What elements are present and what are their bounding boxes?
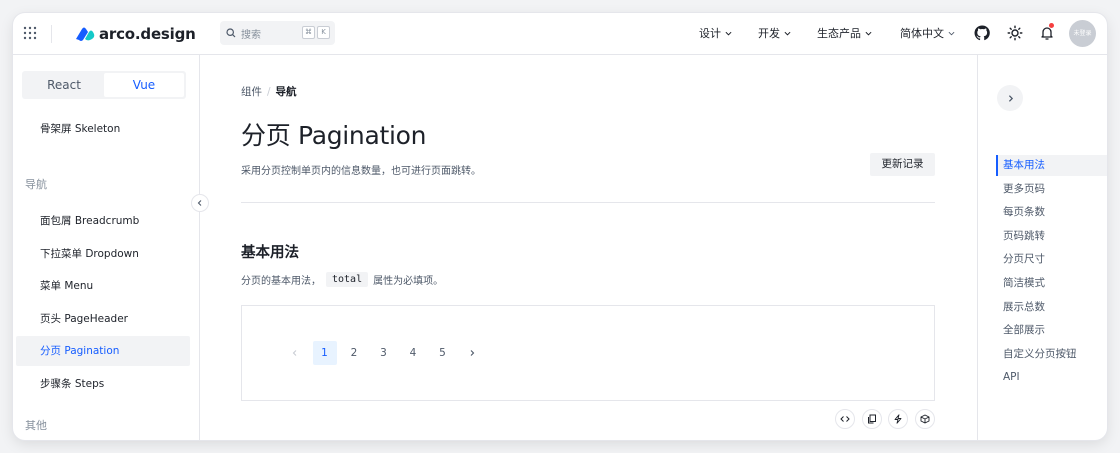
chevron-left-icon <box>197 200 202 206</box>
sidebar-group-navigation: 导航 <box>25 178 47 191</box>
search-input[interactable]: 搜索 ⌘ K <box>220 21 335 45</box>
copy-icon <box>868 414 876 424</box>
sidebar-item-skeleton[interactable]: 骨架屏 Skeleton <box>16 114 190 144</box>
toc-item-total[interactable]: 展示总数 <box>996 297 1107 318</box>
nav-ecosystem-label: 生态产品 <box>817 27 861 40</box>
pagination-page[interactable]: 3 <box>372 341 396 365</box>
section-desc-text: 分页的基本用法， <box>241 276 321 287</box>
brand-logo[interactable]: arco.design <box>75 23 196 45</box>
table-of-contents: 基本用法 更多页码 每页条数 页码跳转 分页尺寸 简洁模式 展示总数 全部展示 … <box>977 55 1107 440</box>
breadcrumb-separator: / <box>267 86 271 98</box>
chevron-down-icon <box>725 31 732 36</box>
lightning-icon <box>894 414 902 424</box>
section-description: 分页的基本用法， total 属性为必填项。 <box>241 272 443 287</box>
demo-box: 1 2 3 4 5 <box>241 305 935 401</box>
pagination-page[interactable]: 1 <box>312 341 337 365</box>
section-title: 基本用法 <box>241 245 299 261</box>
pagination-page[interactable]: 5 <box>431 341 455 365</box>
shortcut-k-key: K <box>317 26 330 39</box>
chevron-left-icon <box>292 350 297 356</box>
app-window: arco.design 搜索 ⌘ K 设计 开发 生态产品 简体中文 未登录 R… <box>13 13 1107 440</box>
github-icon[interactable] <box>974 25 990 41</box>
nav-design[interactable]: 设计 <box>699 25 732 41</box>
chevron-down-icon <box>784 31 791 36</box>
pagination-next-button[interactable] <box>460 341 484 365</box>
content-divider <box>241 202 935 203</box>
toc-item-api[interactable]: API <box>996 367 1107 388</box>
chevron-right-icon <box>1008 94 1013 102</box>
nav-ecosystem[interactable]: 生态产品 <box>817 25 872 41</box>
breadcrumb: 组件 / 导航 <box>241 84 297 99</box>
pagination-page[interactable]: 2 <box>342 341 366 365</box>
toc-item-page-size[interactable]: 每页条数 <box>996 202 1107 223</box>
avatar[interactable]: 未登录 <box>1069 20 1096 47</box>
pagination-page[interactable]: 4 <box>401 341 425 365</box>
inline-code: total <box>326 272 369 287</box>
pagination-prev-button[interactable] <box>283 341 307 365</box>
sidebar-item-pagination[interactable]: 分页 Pagination <box>16 336 190 366</box>
page-title: 分页 Pagination <box>241 121 427 150</box>
breadcrumb-item-navigation: 导航 <box>275 86 297 98</box>
nav-develop-label: 开发 <box>758 27 780 40</box>
brand-name: arco.design <box>99 25 196 43</box>
codesandbox-button[interactable] <box>915 409 935 429</box>
framework-switch: React Vue <box>22 71 186 99</box>
toc-item-basic[interactable]: 基本用法 <box>996 155 1107 176</box>
sidebar-item-dropdown[interactable]: 下拉菜单 Dropdown <box>16 239 190 269</box>
codepen-button[interactable] <box>888 409 908 429</box>
apps-grid-icon[interactable] <box>23 26 37 40</box>
sidebar-item-menu[interactable]: 菜单 Menu <box>16 271 190 301</box>
shortcut-cmd-key: ⌘ <box>302 26 315 39</box>
toc-item-simple[interactable]: 简洁模式 <box>996 273 1107 294</box>
header-divider <box>51 25 52 43</box>
changelog-button[interactable]: 更新记录 <box>870 153 935 176</box>
search-placeholder: 搜索 <box>241 29 261 41</box>
chevron-down-icon <box>865 31 872 36</box>
pagination: 1 2 3 4 5 <box>283 341 490 365</box>
sidebar-item-steps[interactable]: 步骤条 Steps <box>16 369 190 399</box>
sidebar-item-breadcrumb[interactable]: 面包屑 Breadcrumb <box>16 206 190 236</box>
show-code-button[interactable] <box>835 409 855 429</box>
framework-react-option[interactable]: React <box>24 73 104 97</box>
chevron-right-icon <box>470 350 475 356</box>
sidebar-item-pageheader[interactable]: 页头 PageHeader <box>16 304 190 334</box>
toc-item-show-all[interactable]: 全部展示 <box>996 320 1107 341</box>
theme-sun-icon[interactable] <box>1007 25 1023 41</box>
framework-vue-option[interactable]: Vue <box>104 73 184 97</box>
notification-dot <box>1049 23 1054 28</box>
arco-logo-icon <box>76 27 95 41</box>
sidebar-collapse-button[interactable] <box>191 194 209 212</box>
toc-item-size[interactable]: 分页尺寸 <box>996 249 1107 270</box>
nav-develop[interactable]: 开发 <box>758 25 791 41</box>
chevron-down-icon <box>948 31 955 35</box>
toc-toggle-button[interactable] <box>997 85 1023 111</box>
toc-item-jumper[interactable]: 页码跳转 <box>996 226 1107 247</box>
sidebar-group-other: 其他 <box>25 419 47 432</box>
language-switcher[interactable]: 简体中文 <box>900 25 955 41</box>
search-icon <box>226 28 236 38</box>
breadcrumb-item-components[interactable]: 组件 <box>241 86 262 98</box>
page-description: 采用分页控制单页内的信息数量，也可进行页面跳转。 <box>241 166 481 177</box>
component-sidebar: React Vue 骨架屏 Skeleton 导航 面包屑 Breadcrumb… <box>13 55 200 440</box>
nav-design-label: 设计 <box>699 27 721 40</box>
toc-item-custom-buttons[interactable]: 自定义分页按钮 <box>996 344 1107 365</box>
language-label: 简体中文 <box>900 27 944 40</box>
code-icon <box>840 416 850 422</box>
copy-code-button[interactable] <box>862 409 882 429</box>
top-header: arco.design 搜索 ⌘ K 设计 开发 生态产品 简体中文 未登录 <box>13 13 1107 55</box>
toc-item-more-pages[interactable]: 更多页码 <box>996 179 1107 200</box>
cube-icon <box>920 414 930 424</box>
section-desc-text-end: 属性为必填项。 <box>373 276 444 287</box>
